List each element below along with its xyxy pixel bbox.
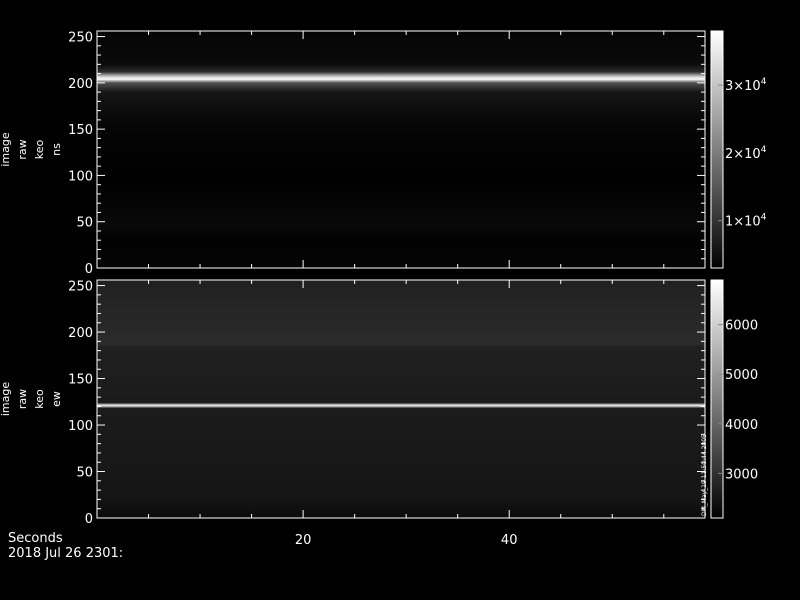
y-axis-label-line: raw (16, 389, 29, 409)
y-tick-label: 100 (68, 419, 93, 434)
y-axis-label-line: ns (50, 143, 63, 156)
colorbar-tick-label: 3000 (725, 467, 758, 482)
y-tick-label: 200 (68, 77, 93, 92)
y-axis-label-line: keo (33, 139, 46, 159)
y-axis-label-line: raw (16, 139, 29, 159)
date-label: 2018 Jul 26 2301: (8, 546, 124, 561)
y-tick-label: 200 (68, 326, 93, 341)
colorbar (710, 279, 724, 519)
y-tick-label: 0 (85, 262, 93, 277)
y-axis-label-line: image (0, 132, 12, 166)
colorbar-tick-label: 5000 (725, 368, 758, 383)
x-tick-label: 40 (501, 533, 518, 548)
keogram-figure: 050100150200250image raw keo ns1×1042×1043×… (0, 30, 767, 548)
y-tick-label: 250 (68, 280, 93, 295)
y-axis-label-line: keo (33, 389, 46, 409)
y-tick-label: 150 (68, 123, 93, 138)
y-tick-label: 50 (76, 466, 93, 481)
colorbar-tick-label: 6000 (725, 319, 758, 334)
ew-keogram-panel: 0 50 100 150 200 250 image raw keo ew 3000 4000 5000… (0, 279, 758, 527)
y-tick-label: 250 (68, 31, 93, 46)
colorbar-tick-label: 1×104 (725, 213, 767, 230)
y-tick-label: 150 (68, 373, 93, 388)
heatmap-image (97, 31, 705, 268)
y-tick-label: 50 (76, 216, 93, 231)
colorbar-annotation: DM_May_19 11:50:44 2005 (701, 434, 708, 516)
ns-keogram-panel: 0 50 100 150 200 250 image raw keo ns 1×104 2×104 3×… (0, 30, 767, 277)
colorbar-tick-label: 3×104 (725, 77, 767, 94)
colorbar-tick-label: 2×104 (725, 145, 767, 162)
colorbar-tick-label: 4000 (725, 418, 758, 433)
colorbar (710, 30, 724, 269)
y-axis-label-line: ew (50, 391, 63, 407)
shared-x-axis: 20 40 (295, 533, 518, 548)
x-axis-label: Seconds (8, 531, 63, 546)
heatmap-image (97, 280, 705, 518)
y-tick-label: 100 (68, 169, 93, 184)
y-axis-label-line: image (0, 382, 12, 416)
x-tick-label: 20 (295, 533, 312, 548)
y-tick-label: 0 (85, 512, 93, 527)
